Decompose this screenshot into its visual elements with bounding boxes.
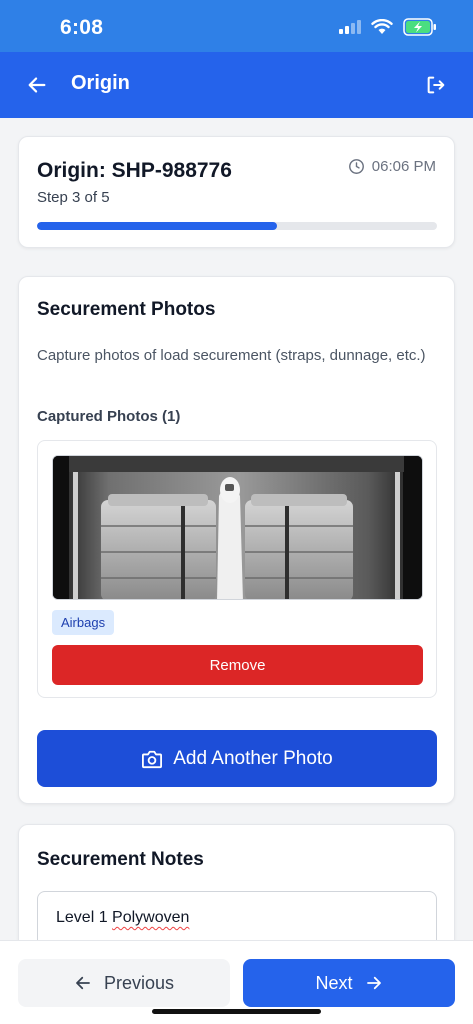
photo-thumbnail-image <box>53 456 422 599</box>
wifi-icon <box>371 19 393 34</box>
back-arrow-icon[interactable] <box>26 74 48 96</box>
status-icons <box>339 18 437 36</box>
status-time: 6:08 <box>60 16 104 39</box>
battery-charging-icon <box>403 18 436 36</box>
bottom-navigation: Previous Next <box>0 940 473 1024</box>
logout-icon[interactable] <box>425 74 447 96</box>
next-button[interactable]: Next <box>243 959 455 1007</box>
scroll-content[interactable]: Origin: SHP-988776 Step 3 of 5 06:06 PM … <box>0 118 473 940</box>
captured-photo[interactable] <box>52 455 423 600</box>
add-photo-label: Add Another Photo <box>173 747 333 769</box>
step-indicator: Step 3 of 5 <box>37 189 110 206</box>
arrow-left-icon <box>76 976 90 990</box>
progress-bar <box>37 222 437 230</box>
notes-text: Level 1 <box>56 909 113 926</box>
securement-photos-card: Securement Photos Capture photos of load… <box>18 276 455 804</box>
securement-notes-card: Securement Notes Level 1 Polywoven <box>18 824 455 940</box>
section-title-photos: Securement Photos <box>37 299 216 320</box>
arrow-right-icon <box>366 976 381 990</box>
status-bar: 6:08 <box>0 0 473 52</box>
home-indicator <box>152 1009 321 1014</box>
previous-button[interactable]: Previous <box>18 959 230 1007</box>
photo-tag: Airbags <box>52 610 115 635</box>
section-title-notes: Securement Notes <box>37 849 204 870</box>
securement-notes-input[interactable]: Level 1 Polywoven <box>37 891 437 940</box>
progress-bar-fill <box>37 222 277 230</box>
remove-photo-button[interactable]: Remove <box>52 645 423 685</box>
app-title: Origin <box>71 72 130 94</box>
shipment-title: Origin: SHP-988776 <box>37 159 232 182</box>
app-bar: Origin <box>0 52 473 118</box>
timestamp: 06:06 PM <box>348 158 436 175</box>
clock-icon <box>348 159 364 174</box>
notes-misspelled-word: Polywoven <box>112 909 190 926</box>
shipment-header-card: Origin: SHP-988776 Step 3 of 5 06:06 PM <box>18 136 455 248</box>
next-label: Next <box>315 972 353 993</box>
photo-item: Airbags Remove <box>37 440 437 698</box>
add-another-photo-button[interactable]: Add Another Photo <box>37 730 437 787</box>
captured-photos-label: Captured Photos (1) <box>37 408 181 425</box>
camera-icon <box>142 750 163 768</box>
photos-description: Capture photos of load securement (strap… <box>37 347 426 364</box>
cellular-signal-icon <box>339 20 361 34</box>
previous-label: Previous <box>103 972 175 993</box>
timestamp-text: 06:06 PM <box>371 158 436 175</box>
